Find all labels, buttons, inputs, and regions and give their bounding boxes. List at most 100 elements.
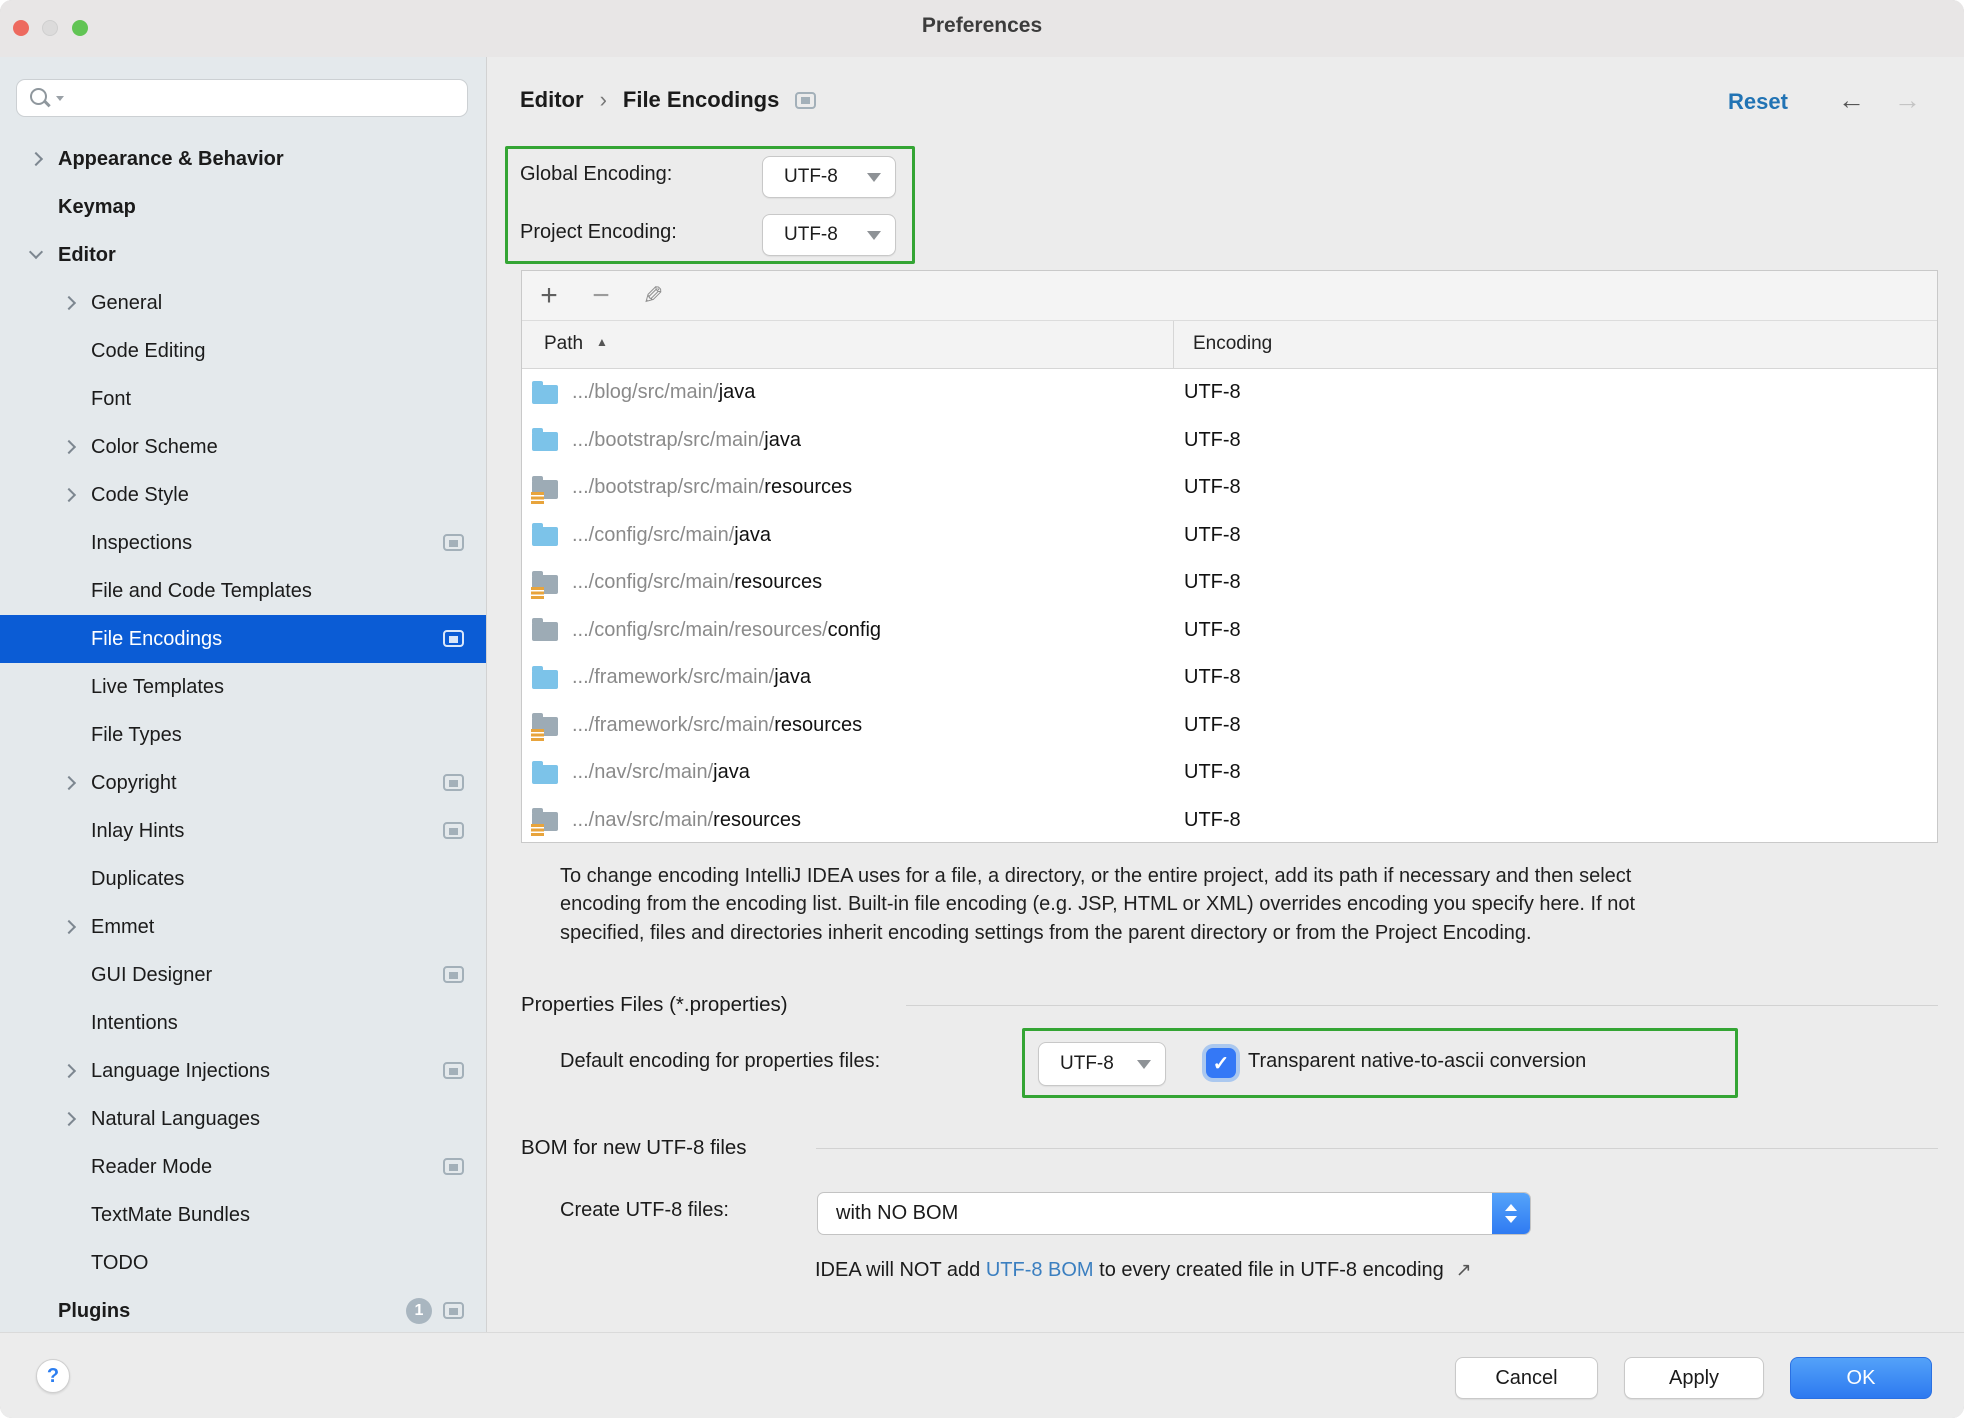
remove-path-button[interactable]: − bbox=[586, 271, 616, 321]
edit-path-button[interactable]: ✎ bbox=[638, 271, 668, 321]
column-divider bbox=[1173, 321, 1174, 369]
sidebar-item-file-and-code-templates[interactable]: File and Code Templates bbox=[0, 567, 486, 615]
search-icon bbox=[30, 88, 52, 110]
sidebar-item-live-templates[interactable]: Live Templates bbox=[0, 663, 486, 711]
bom-select[interactable]: with NO BOM bbox=[817, 1192, 1531, 1235]
table-row[interactable]: .../bootstrap/src/main/resources UTF-8 bbox=[522, 464, 1937, 512]
table-row[interactable]: .../blog/src/main/java UTF-8 bbox=[522, 369, 1937, 417]
table-row[interactable]: .../framework/src/main/resources UTF-8 bbox=[522, 702, 1937, 750]
table-row[interactable]: .../nav/src/main/resources UTF-8 bbox=[522, 797, 1937, 844]
sidebar-item-label: Inlay Hints bbox=[91, 820, 184, 843]
encoding-cell: UTF-8 bbox=[1184, 571, 1241, 594]
project-encoding-dropdown[interactable]: UTF-8 bbox=[762, 214, 896, 256]
chevron-right-icon bbox=[62, 920, 76, 934]
path-cell: .../blog/src/main/java bbox=[572, 381, 755, 404]
sidebar-item-textmate-bundles[interactable]: TextMate Bundles bbox=[0, 1191, 486, 1239]
sidebar-item-intentions[interactable]: Intentions bbox=[0, 999, 486, 1047]
chevron-right-icon bbox=[62, 1112, 76, 1126]
sidebar-item-keymap[interactable]: Keymap bbox=[0, 183, 486, 231]
forward-arrow-icon[interactable]: → bbox=[1894, 85, 1921, 116]
sidebar-item-duplicates[interactable]: Duplicates bbox=[0, 855, 486, 903]
sidebar-item-copyright[interactable]: Copyright bbox=[0, 759, 486, 807]
sidebar-item-general[interactable]: General bbox=[0, 279, 486, 327]
folder-resources-icon bbox=[532, 717, 558, 736]
sidebar-item-label: File Encodings bbox=[91, 628, 222, 651]
external-link-icon[interactable]: ↗ bbox=[1456, 1260, 1472, 1281]
folder-resources-icon bbox=[532, 480, 558, 499]
sidebar-item-language-injections[interactable]: Language Injections bbox=[0, 1047, 486, 1095]
back-arrow-icon[interactable]: ← bbox=[1838, 85, 1865, 116]
table-row[interactable]: .../config/src/main/resources UTF-8 bbox=[522, 559, 1937, 607]
sidebar-item-label: Code Style bbox=[91, 484, 189, 507]
chevron-down-icon bbox=[867, 231, 881, 240]
folder-resources-icon bbox=[532, 812, 558, 831]
chevron-right-icon bbox=[62, 440, 76, 454]
cancel-button[interactable]: Cancel bbox=[1455, 1357, 1598, 1399]
sidebar-item-font[interactable]: Font bbox=[0, 375, 486, 423]
sort-ascending-icon: ▲ bbox=[596, 335, 608, 349]
table-row[interactable]: .../config/src/main/java UTF-8 bbox=[522, 512, 1937, 560]
sidebar-item-code-style[interactable]: Code Style bbox=[0, 471, 486, 519]
sidebar-item-inspections[interactable]: Inspections bbox=[0, 519, 486, 567]
chevron-down-icon bbox=[29, 245, 43, 259]
global-encoding-dropdown[interactable]: UTF-8 bbox=[762, 156, 896, 198]
encoding-cell: UTF-8 bbox=[1184, 619, 1241, 642]
ok-button[interactable]: OK bbox=[1790, 1357, 1932, 1399]
settings-preview-icon bbox=[443, 630, 464, 647]
sidebar-item-reader-mode[interactable]: Reader Mode bbox=[0, 1143, 486, 1191]
titlebar: Preferences bbox=[0, 0, 1964, 57]
sidebar-item-code-editing[interactable]: Code Editing bbox=[0, 327, 486, 375]
table-row[interactable]: .../framework/src/main/java UTF-8 bbox=[522, 654, 1937, 702]
apply-button[interactable]: Apply bbox=[1624, 1357, 1764, 1399]
help-button[interactable]: ? bbox=[36, 1359, 70, 1393]
sidebar-item-file-encodings[interactable]: File Encodings bbox=[0, 615, 486, 663]
encoding-cell: UTF-8 bbox=[1184, 809, 1241, 832]
dialog-footer: ? Cancel Apply OK bbox=[0, 1332, 1964, 1418]
settings-preview-icon bbox=[443, 1158, 464, 1175]
sidebar-item-label: GUI Designer bbox=[91, 964, 212, 987]
sidebar-item-todo[interactable]: TODO bbox=[0, 1239, 486, 1287]
table-row[interactable]: .../config/src/main/resources/config UTF… bbox=[522, 607, 1937, 655]
sidebar-item-color-scheme[interactable]: Color Scheme bbox=[0, 423, 486, 471]
table-row[interactable]: .../nav/src/main/java UTF-8 bbox=[522, 749, 1937, 797]
sidebar-item-editor[interactable]: Editor bbox=[0, 231, 486, 279]
native-to-ascii-checkbox[interactable]: ✓ bbox=[1206, 1048, 1236, 1078]
path-column-header[interactable]: Path bbox=[544, 333, 583, 355]
properties-encoding-dropdown[interactable]: UTF-8 bbox=[1038, 1042, 1166, 1086]
encoding-cell: UTF-8 bbox=[1184, 714, 1241, 737]
sidebar-item-label: File Types bbox=[91, 724, 182, 747]
sidebar-item-plugins[interactable]: Plugins 1 bbox=[0, 1287, 486, 1332]
sidebar-item-file-types[interactable]: File Types bbox=[0, 711, 486, 759]
add-path-button[interactable]: + bbox=[534, 271, 564, 321]
sidebar-item-label: Duplicates bbox=[91, 868, 184, 891]
breadcrumb-editor[interactable]: Editor bbox=[520, 87, 584, 113]
settings-sidebar: Appearance & Behavior Keymap Editor Gene… bbox=[0, 57, 487, 1332]
folder-resources-icon bbox=[532, 575, 558, 594]
folder-java-icon bbox=[532, 385, 558, 404]
sidebar-item-appearance-behavior[interactable]: Appearance & Behavior bbox=[0, 135, 486, 183]
search-options-caret-icon[interactable] bbox=[56, 96, 64, 101]
sidebar-item-label: File and Code Templates bbox=[91, 580, 312, 603]
global-encoding-label: Global Encoding: bbox=[520, 163, 672, 186]
sidebar-item-label: Keymap bbox=[58, 196, 136, 219]
table-row[interactable]: .../bootstrap/src/main/java UTF-8 bbox=[522, 417, 1937, 465]
sidebar-item-inlay-hints[interactable]: Inlay Hints bbox=[0, 807, 486, 855]
sidebar-item-emmet[interactable]: Emmet bbox=[0, 903, 486, 951]
reset-link[interactable]: Reset bbox=[1728, 89, 1788, 115]
settings-preview-icon[interactable] bbox=[795, 92, 816, 109]
path-cell: .../framework/src/main/java bbox=[572, 666, 811, 689]
path-cell: .../framework/src/main/resources bbox=[572, 714, 862, 737]
search-input[interactable] bbox=[16, 79, 468, 117]
sidebar-item-natural-languages[interactable]: Natural Languages bbox=[0, 1095, 486, 1143]
encoding-cell: UTF-8 bbox=[1184, 666, 1241, 689]
sidebar-item-label: Appearance & Behavior bbox=[58, 148, 284, 171]
table-toolbar: + − ✎ bbox=[522, 271, 1937, 321]
folder-java-icon bbox=[532, 432, 558, 451]
folder-java-icon bbox=[532, 670, 558, 689]
path-encoding-table: + − ✎ Path ▲ Encoding .../blog/src/main/… bbox=[521, 270, 1938, 843]
utf8-bom-link[interactable]: UTF-8 BOM bbox=[986, 1259, 1094, 1281]
select-stepper-icon[interactable] bbox=[1492, 1193, 1530, 1234]
sidebar-item-gui-designer[interactable]: GUI Designer bbox=[0, 951, 486, 999]
sidebar-item-label: Font bbox=[91, 388, 131, 411]
encoding-column-header[interactable]: Encoding bbox=[1193, 333, 1272, 355]
